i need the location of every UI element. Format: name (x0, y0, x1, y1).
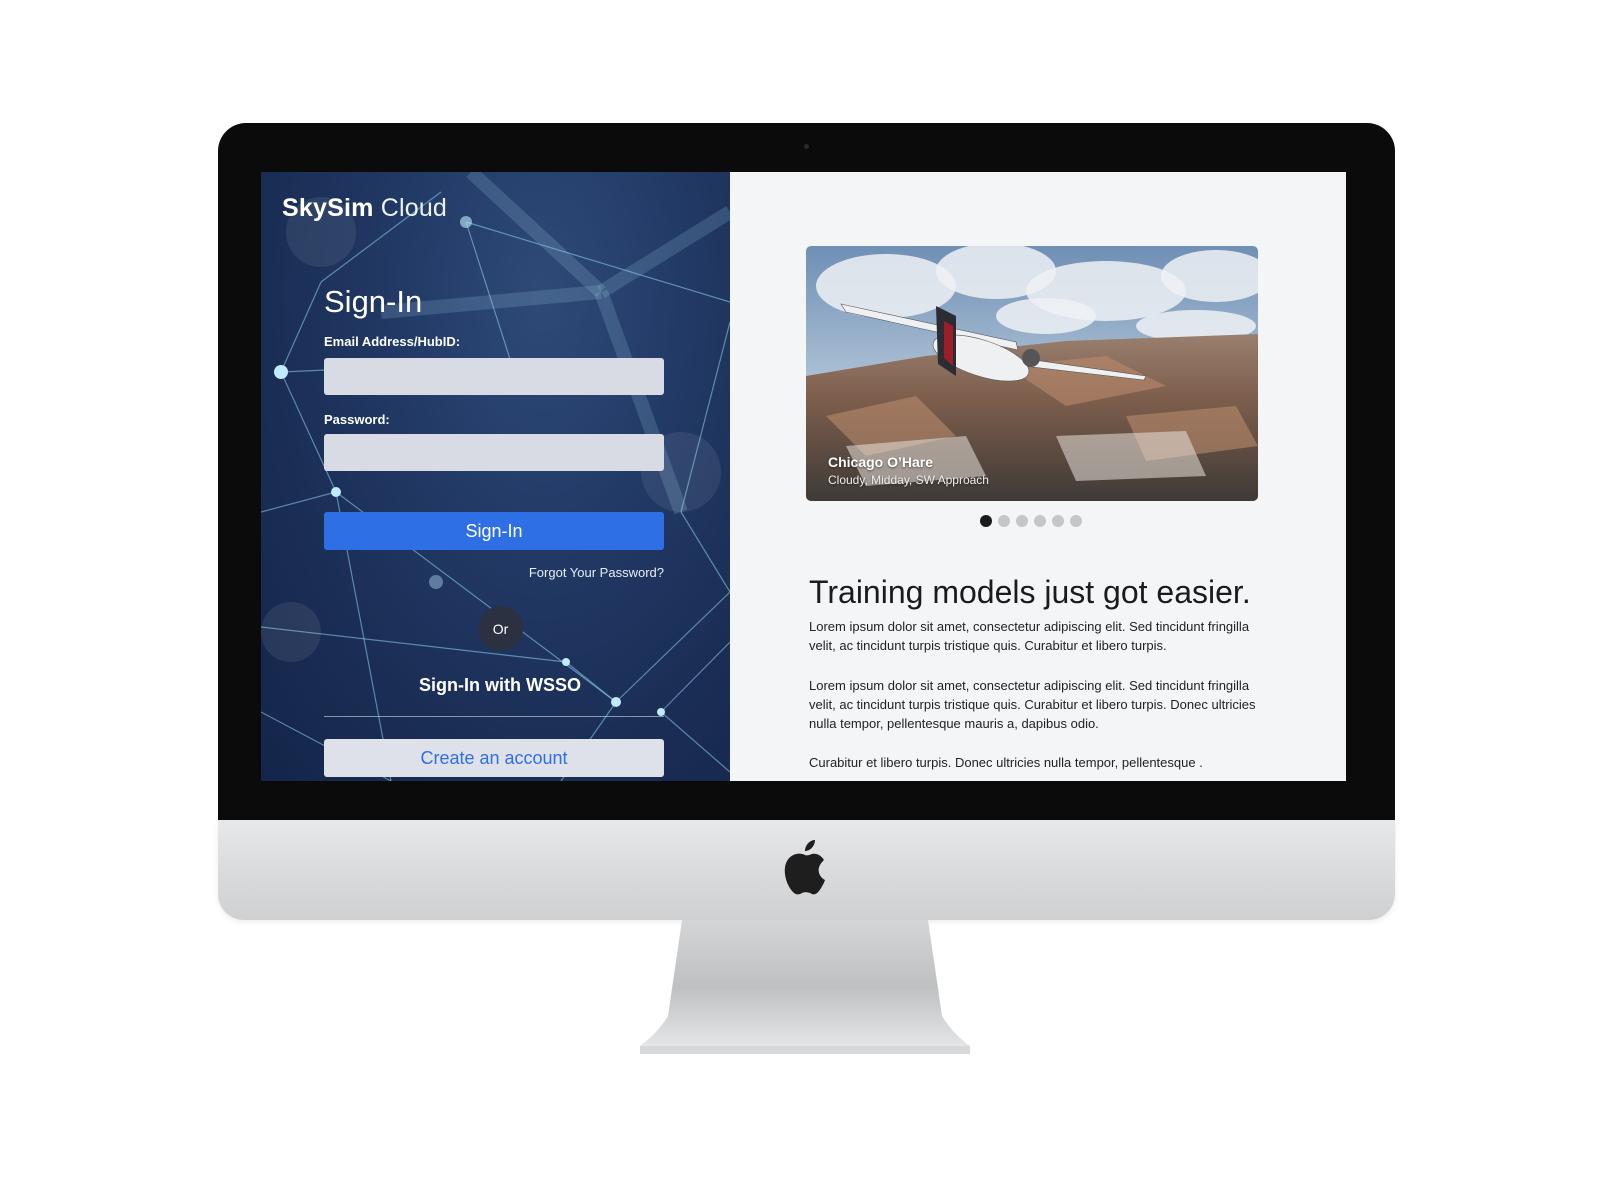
divider (324, 716, 664, 717)
email-label: Email Address/HubID: (324, 334, 461, 349)
forgot-password-link[interactable]: Forgot Your Password? (529, 565, 664, 580)
carousel-caption-subtitle: Cloudy, Midday, SW Approach (828, 473, 989, 487)
sign-in-button[interactable]: Sign-In (324, 512, 664, 550)
carousel-dot-2[interactable] (998, 515, 1010, 527)
wsso-sign-in-link[interactable]: Sign-In with WSSO (324, 675, 676, 696)
sign-in-title: Sign-In (324, 284, 423, 319)
brand-name-bold: SkySim (282, 194, 374, 222)
carousel-dot-5[interactable] (1052, 515, 1064, 527)
camera-dot (804, 144, 809, 149)
carousel-dot-1[interactable] (980, 515, 992, 527)
body-paragraph-1: Lorem ipsum dolor sit amet, consectetur … (809, 619, 1250, 653)
sign-in-panel: SkySim Cloud Sign-In Email Address/HubID… (261, 172, 730, 781)
info-panel: Chicago O’Hare Cloudy, Midday, SW Approa… (730, 172, 1346, 781)
password-input[interactable] (324, 434, 664, 471)
carousel-dot-3[interactable] (1016, 515, 1028, 527)
carousel-dot-4[interactable] (1034, 515, 1046, 527)
email-input[interactable] (324, 358, 664, 395)
headline: Training models just got easier. (809, 574, 1251, 610)
carousel-indicators (980, 515, 1082, 527)
carousel-caption-title: Chicago O’Hare (828, 454, 934, 470)
or-label: Or (492, 620, 509, 637)
apple-logo-icon (784, 840, 825, 895)
monitor-stand (640, 920, 970, 1054)
brand-logo: SkySim Cloud (282, 194, 447, 223)
image-carousel[interactable]: Chicago O’Hare Cloudy, Midday, SW Approa… (806, 246, 1258, 501)
body-paragraph-3: Curabitur et libero turpis. Donec ultric… (809, 755, 1203, 770)
create-account-button[interactable]: Create an account (324, 739, 664, 777)
brand-name-light: Cloud (380, 194, 448, 222)
body-paragraph-2: Lorem ipsum dolor sit amet, consectetur … (809, 678, 1256, 731)
carousel-dot-6[interactable] (1070, 515, 1082, 527)
password-label: Password: (324, 412, 390, 427)
or-separator: Or (478, 606, 523, 651)
app-screen: SkySim Cloud Sign-In Email Address/HubID… (261, 172, 1346, 781)
